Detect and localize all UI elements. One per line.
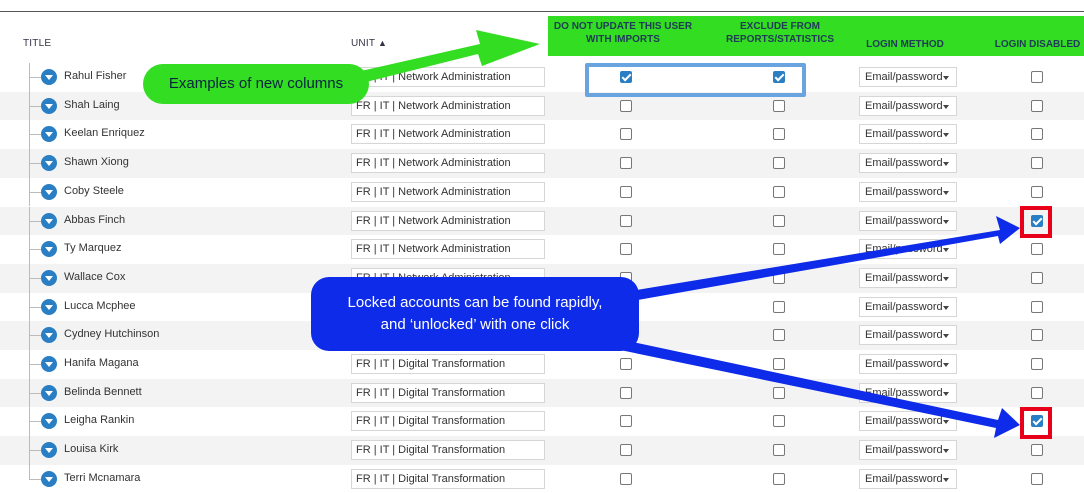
locked-accounts-callout: Locked accounts can be found rapidly, an… <box>311 277 639 351</box>
locked-highlight-abbas <box>1020 206 1052 238</box>
new-columns-checked-highlight <box>585 63 806 97</box>
locked-highlight-leigha <box>1020 407 1052 439</box>
locked-callout-line-2: and ‘unlocked’ with one click <box>380 316 570 333</box>
new-columns-callout: Examples of new columns <box>143 64 369 104</box>
locked-callout-line-1: Locked accounts can be found rapidly, <box>347 294 603 311</box>
blue-arrow-lower <box>596 335 1020 438</box>
blue-arrow-upper <box>600 216 1020 306</box>
